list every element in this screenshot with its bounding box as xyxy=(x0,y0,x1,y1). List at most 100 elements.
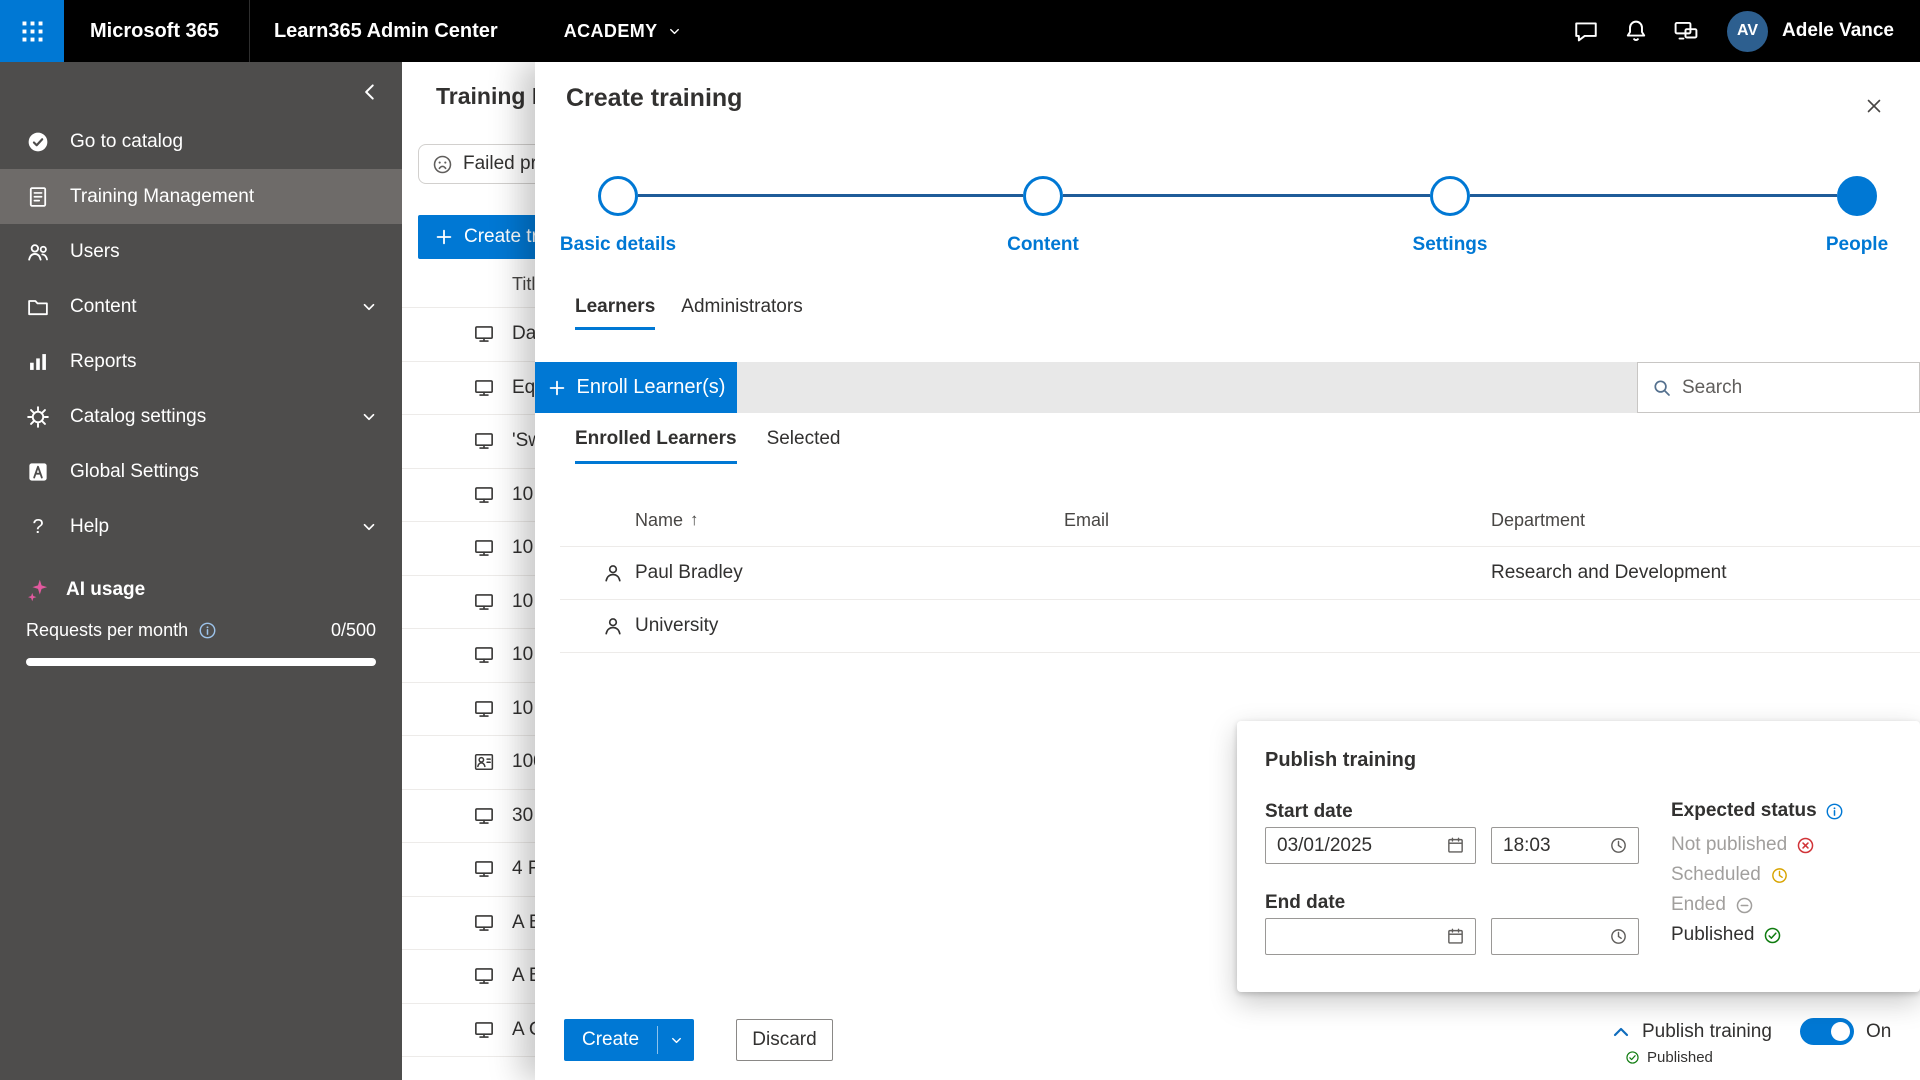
publish-toggle[interactable] xyxy=(1800,1018,1854,1045)
sidebar-item-reports[interactable]: Reports xyxy=(0,334,402,389)
chevron-down-icon xyxy=(669,1033,684,1048)
search-input[interactable] xyxy=(1682,377,1905,399)
status-ended: Ended xyxy=(1671,890,1815,920)
ai-usage-section: AI usage xyxy=(0,570,402,610)
requests-label: Requests per month xyxy=(26,620,188,641)
sidebar-item-global-settings[interactable]: Global Settings xyxy=(0,444,402,499)
subtab-selected[interactable]: Selected xyxy=(767,428,841,464)
waffle-icon xyxy=(19,18,46,45)
publish-training-label: Publish training xyxy=(1642,1011,1772,1053)
plus-icon xyxy=(434,227,454,247)
sidebar-item-users[interactable]: Users xyxy=(0,224,402,279)
status-scheduled: Scheduled xyxy=(1671,860,1815,890)
step-people-indicator[interactable] xyxy=(1837,176,1877,216)
monitor-icon xyxy=(473,323,495,345)
monitor-icon xyxy=(473,912,495,934)
step-label-basic-details[interactable]: Basic details xyxy=(508,234,728,256)
step-content-indicator[interactable] xyxy=(1023,176,1063,216)
info-icon[interactable] xyxy=(1825,802,1844,821)
clipboard-icon xyxy=(26,185,50,209)
learner-row[interactable]: Paul Bradley Research and Development xyxy=(560,547,1920,600)
close-button[interactable] xyxy=(1856,88,1892,124)
tutor-icon xyxy=(473,751,495,773)
account-button[interactable]: AV Adele Vance xyxy=(1711,11,1920,52)
step-label-content[interactable]: Content xyxy=(933,234,1153,256)
check-circle-icon xyxy=(1763,926,1782,945)
monitor-icon xyxy=(473,698,495,720)
sidebar-item-training-management[interactable]: Training Management xyxy=(0,169,402,224)
plus-icon xyxy=(547,378,567,398)
learners-table: Name ↑ Email Department Paul Bradley Res… xyxy=(560,494,1920,653)
info-icon[interactable] xyxy=(198,621,217,640)
step-basic-details-indicator[interactable] xyxy=(598,176,638,216)
step-settings-indicator[interactable] xyxy=(1430,176,1470,216)
column-header-email[interactable]: Email xyxy=(1064,510,1491,531)
notifications-button[interactable] xyxy=(1611,0,1661,62)
start-date-label: Start date xyxy=(1265,801,1353,823)
learner-name: University xyxy=(635,615,718,637)
stepper-line xyxy=(1063,194,1430,197)
toggle-knob xyxy=(1831,1022,1850,1041)
calendar-icon[interactable] xyxy=(1446,836,1465,855)
subtab-enrolled-learners[interactable]: Enrolled Learners xyxy=(575,428,737,464)
check-circle-icon xyxy=(1625,1050,1640,1065)
search-icon xyxy=(1652,378,1672,398)
sidebar-item-content[interactable]: Content xyxy=(0,279,402,334)
chat-button[interactable] xyxy=(1561,0,1611,62)
sidebar-item-label: Users xyxy=(70,241,120,263)
start-date-input[interactable] xyxy=(1266,835,1446,857)
page-title: Training M xyxy=(436,83,551,110)
sidebar-item-help[interactable]: ? Help xyxy=(0,499,402,554)
column-header-name[interactable]: Name ↑ xyxy=(560,510,1064,531)
devices-button[interactable] xyxy=(1661,0,1711,62)
monitor-icon xyxy=(473,644,495,666)
app-title[interactable]: Learn365 Admin Center xyxy=(274,20,498,43)
screens-icon xyxy=(1673,18,1699,44)
expected-status-list: Not published Scheduled Ended Published xyxy=(1671,830,1815,950)
calendar-icon[interactable] xyxy=(1446,927,1465,946)
close-icon xyxy=(1864,96,1884,116)
error-circle-icon xyxy=(1796,836,1815,855)
toggle-state-label: On xyxy=(1866,1011,1891,1053)
app-tile-icon xyxy=(26,460,50,484)
discard-button[interactable]: Discard xyxy=(736,1019,833,1061)
brand-title: Microsoft 365 xyxy=(90,20,219,43)
create-dropdown-button[interactable] xyxy=(658,1019,694,1061)
minus-circle-icon xyxy=(1735,896,1754,915)
folder-icon xyxy=(26,295,50,319)
create-button-label[interactable]: Create xyxy=(564,1019,657,1061)
sidebar-collapse-button[interactable] xyxy=(354,76,386,108)
sidebar-item-go-to-catalog[interactable]: Go to catalog xyxy=(0,114,402,169)
start-time-input[interactable] xyxy=(1492,835,1609,857)
expected-status-label: Expected status xyxy=(1671,800,1844,822)
publish-training-callout: Publish training Start date End date Exp… xyxy=(1237,721,1920,992)
step-label-settings[interactable]: Settings xyxy=(1340,234,1560,256)
clock-icon[interactable] xyxy=(1609,927,1628,946)
end-time-field xyxy=(1491,918,1639,955)
sidebar: Go to catalog Training Management Users … xyxy=(0,62,402,1080)
requests-progress-bar xyxy=(26,658,376,666)
step-label-people[interactable]: People xyxy=(1747,234,1920,256)
enroll-learners-button[interactable]: Enroll Learner(s) xyxy=(535,362,737,413)
scheduled-clock-icon xyxy=(1770,866,1789,885)
tenant-selector[interactable]: ACADEMY xyxy=(564,21,682,42)
monitor-icon xyxy=(473,591,495,613)
column-header-department[interactable]: Department xyxy=(1491,510,1920,531)
stepper-line xyxy=(638,194,1023,197)
start-date-field xyxy=(1265,827,1476,864)
end-time-input[interactable] xyxy=(1492,926,1609,948)
clock-icon[interactable] xyxy=(1609,836,1628,855)
end-date-input[interactable] xyxy=(1266,926,1446,948)
chevron-up-icon[interactable] xyxy=(1609,1020,1633,1044)
create-split-button[interactable]: Create xyxy=(564,1019,694,1061)
tab-administrators[interactable]: Administrators xyxy=(681,296,802,330)
tab-learners[interactable]: Learners xyxy=(575,296,655,330)
help-icon: ? xyxy=(26,515,50,539)
button-label: Enroll Learner(s) xyxy=(577,376,726,399)
sidebar-item-catalog-settings[interactable]: Catalog settings xyxy=(0,389,402,444)
monitor-icon xyxy=(473,537,495,559)
bell-icon xyxy=(1623,18,1649,44)
learner-row[interactable]: University xyxy=(560,600,1920,653)
app-launcher-button[interactable] xyxy=(0,0,64,62)
users-icon xyxy=(26,240,50,264)
